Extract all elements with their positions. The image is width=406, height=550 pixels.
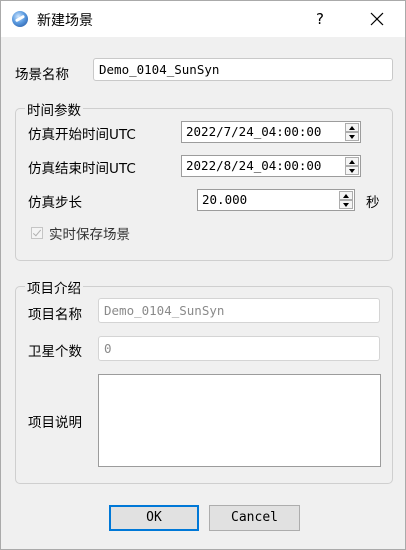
sim-end-spinbox[interactable]: 2022/8/24_04:00:00 bbox=[181, 155, 361, 177]
sim-end-spin-buttons bbox=[345, 157, 359, 175]
project-name-input[interactable]: Demo_0104_SunSyn bbox=[98, 298, 380, 323]
satellite-count-label: 卫星个数 bbox=[28, 344, 82, 360]
spin-down-icon[interactable] bbox=[345, 166, 359, 175]
scene-name-input[interactable]: Demo_0104_SunSyn bbox=[93, 58, 393, 81]
project-info-title: 项目介绍 bbox=[25, 277, 83, 297]
sim-step-value: 20.000 bbox=[202, 192, 248, 207]
sim-start-spin-buttons bbox=[345, 123, 359, 141]
realtime-save-label[interactable]: 实时保存场景 bbox=[49, 223, 130, 243]
project-description-label: 项目说明 bbox=[28, 415, 82, 431]
spin-up-icon[interactable] bbox=[339, 191, 353, 200]
project-description-textarea[interactable] bbox=[98, 374, 381, 467]
close-button[interactable] bbox=[363, 5, 391, 33]
sim-step-spin-buttons bbox=[339, 191, 353, 209]
sim-start-value: 2022/7/24_04:00:00 bbox=[186, 124, 322, 139]
new-scene-dialog: 新建场景 ? 场景名称 Demo_0104_SunSyn 时间参数 仿真开始时间… bbox=[0, 0, 406, 550]
title-bar[interactable]: 新建场景 ? bbox=[1, 1, 405, 37]
close-icon bbox=[370, 12, 384, 26]
sim-step-spinbox[interactable]: 20.000 bbox=[197, 189, 355, 211]
time-params-title: 时间参数 bbox=[25, 99, 83, 119]
sim-end-value: 2022/8/24_04:00:00 bbox=[186, 158, 322, 173]
sim-step-unit: 秒 bbox=[366, 195, 380, 211]
sim-start-spinbox[interactable]: 2022/7/24_04:00:00 bbox=[181, 121, 361, 143]
satellite-count-input[interactable]: 0 bbox=[98, 336, 380, 361]
spin-up-icon[interactable] bbox=[345, 157, 359, 166]
project-name-label: 项目名称 bbox=[28, 307, 82, 323]
cancel-button[interactable]: Cancel bbox=[209, 505, 300, 531]
sim-start-label: 仿真开始时间UTC bbox=[28, 127, 136, 143]
spin-down-icon[interactable] bbox=[345, 132, 359, 141]
spin-down-icon[interactable] bbox=[339, 200, 353, 209]
spin-up-icon[interactable] bbox=[345, 123, 359, 132]
sim-end-label: 仿真结束时间UTC bbox=[28, 161, 136, 177]
sim-step-label: 仿真步长 bbox=[28, 195, 82, 211]
realtime-save-checkbox[interactable] bbox=[31, 227, 43, 239]
help-button[interactable]: ? bbox=[307, 5, 333, 33]
ok-button[interactable]: OK bbox=[109, 505, 199, 531]
dialog-title: 新建场景 bbox=[37, 13, 93, 29]
app-globe-icon bbox=[12, 11, 28, 27]
scene-name-label: 场景名称 bbox=[15, 67, 69, 83]
